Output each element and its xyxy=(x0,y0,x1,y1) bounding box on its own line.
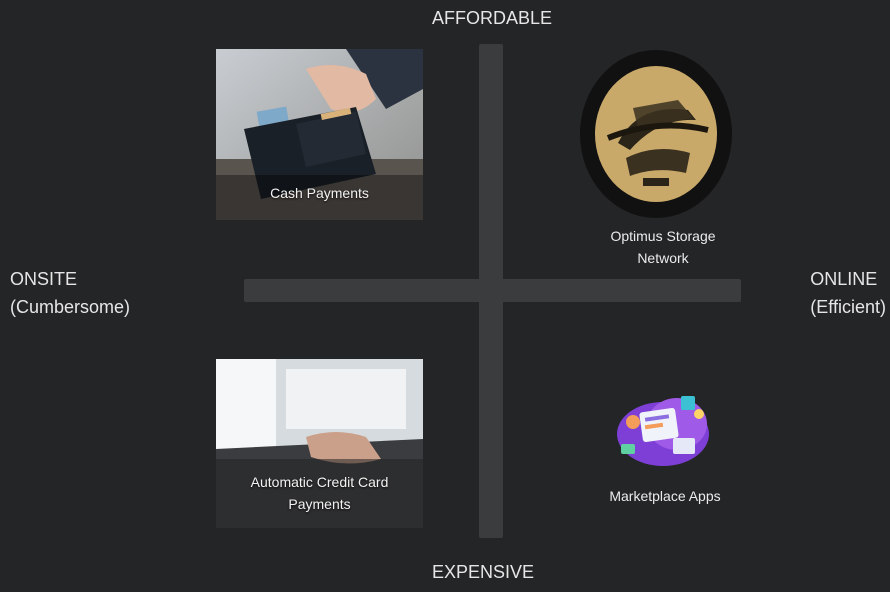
axis-label-right-main: ONLINE xyxy=(810,269,878,289)
credit-card-caption: Automatic Credit Card Payments xyxy=(216,471,423,515)
axis-label-left-main: ONSITE xyxy=(10,269,78,289)
axis-label-right-sub: (Efficient) xyxy=(810,297,886,317)
axis-label-bottom: EXPENSIVE xyxy=(432,562,535,582)
credit-card-photo: Automatic Credit Card Payments xyxy=(216,359,423,528)
optimus-logo-icon xyxy=(580,50,732,218)
axis-label-left-sub: (Cumbersome) xyxy=(10,297,131,317)
credit-card-caption-line-1: Automatic Credit Card xyxy=(250,474,389,490)
cash-payments-caption: Cash Payments xyxy=(270,185,369,201)
axis-label-right: ONLINE (Efficient) xyxy=(810,265,886,321)
optimus-caption-line-1: Optimus Storage xyxy=(610,228,716,244)
axis-label-top: AFFORDABLE xyxy=(432,8,553,28)
cash-payments-photo: Cash Payments xyxy=(216,49,423,220)
credit-card-caption-line-2: Payments xyxy=(288,496,351,512)
apps-illustration-icon xyxy=(617,396,709,466)
optimus-storage-caption: Optimus Storage Network xyxy=(588,225,738,269)
optimus-logo xyxy=(578,48,733,220)
marketplace-apps-caption: Marketplace Apps xyxy=(609,488,721,504)
horizontal-axis-bar xyxy=(244,279,741,302)
axis-label-left: ONSITE (Cumbersome) xyxy=(10,265,130,321)
marketplace-apps-illustration xyxy=(611,388,715,470)
optimus-caption-line-2: Network xyxy=(637,250,689,266)
